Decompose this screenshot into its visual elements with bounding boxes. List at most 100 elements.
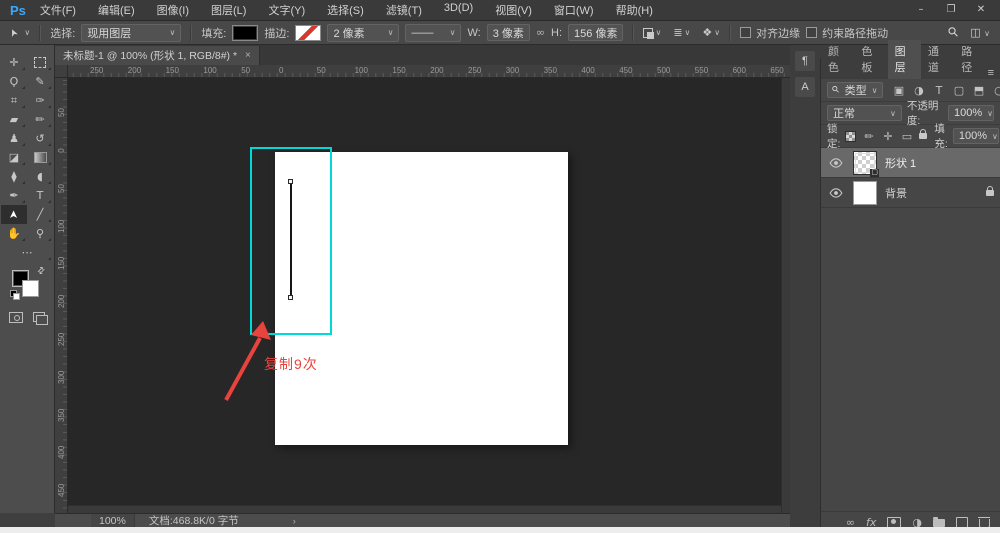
opacity-dropdown[interactable]: 100%∨ [948,105,994,121]
line-tool[interactable]: ╱ [27,205,53,224]
menu-item-0[interactable]: 文件(F) [40,2,76,18]
brush-tool[interactable]: ✏ [27,110,53,129]
layer-visibility-icon[interactable] [827,158,845,168]
pen-tool[interactable]: ✒ [1,186,27,205]
fill-swatch[interactable] [232,25,258,41]
menu-item-6[interactable]: 滤镜(T) [386,2,422,18]
healing-brush-tool[interactable]: ▰ [1,110,27,129]
shape-layer-filter-icon[interactable]: ▢ [952,84,965,97]
lasso-tool[interactable]: Ϙ [1,72,27,91]
window-restore-button[interactable]: ❐ [938,1,964,19]
filter-toggle-icon[interactable]: ○ [992,84,1000,97]
window-close-button[interactable]: ✕ [968,1,994,19]
horizontal-scrollbar[interactable] [68,505,781,513]
window-minimize-button[interactable]: – [908,1,934,19]
zoom-level-field[interactable]: 100% [91,514,135,527]
path-selection-tool[interactable]: ➤ [1,205,27,224]
panel-tab-0[interactable]: 颜色 [821,40,854,79]
zoom-tool[interactable]: ⚲ [27,224,53,243]
type-layer-filter-icon[interactable]: T [932,84,945,97]
menu-item-1[interactable]: 编辑(E) [98,2,135,18]
vertical-scrollbar[interactable] [781,78,790,513]
stroke-swatch[interactable] [295,25,321,41]
width-input[interactable]: 3 像素 [487,24,530,41]
gradient-tool[interactable] [27,148,53,167]
character-panel-button[interactable]: A [795,77,815,97]
edit-toolbar-button[interactable]: ⋯ [1,243,53,262]
document-tab[interactable]: 未标题-1 @ 100% (形状 1, RGB/8#) * × [55,46,260,65]
layer-filter-dropdown[interactable]: ⚲ 类型∨ [827,82,883,98]
blur-tool[interactable]: ⧫ [1,167,27,186]
menu-item-4[interactable]: 文字(Y) [268,2,305,18]
menu-item-3[interactable]: 图层(L) [211,2,246,18]
status-expander-icon[interactable]: › [293,516,296,526]
link-dimensions-icon[interactable]: ∞ [536,26,545,39]
quick-mask-icon[interactable] [9,312,23,323]
close-tab-icon[interactable]: × [245,50,251,61]
panel-tab-2[interactable]: 图层 [888,40,921,79]
blend-mode-dropdown[interactable]: 正常∨ [827,105,902,121]
stroke-width-dropdown[interactable]: 2 像素∨ [327,24,399,42]
crop-tool[interactable]: ⌗ [1,91,27,110]
menu-item-2[interactable]: 图像(I) [157,2,189,18]
vertical-line-shape[interactable] [290,183,292,296]
marquee-tool[interactable] [27,53,53,72]
path-align-icon[interactable]: ≣∨ [673,26,690,39]
lock-position-icon[interactable]: ✛ [881,130,894,143]
panel-tab-3[interactable]: 通道 [921,40,954,79]
select-mode-dropdown[interactable]: 现用图层∨ [81,24,181,42]
lock-transparency-icon[interactable] [845,131,856,142]
dodge-tool[interactable]: ◖ [27,167,53,186]
eraser-tool[interactable]: ◪ [1,148,27,167]
lock-all-icon[interactable] [919,133,927,139]
search-icon[interactable]: ⚲ [945,24,962,41]
menu-item-5[interactable]: 选择(S) [327,2,364,18]
history-brush-tool[interactable]: ↺ [27,129,53,148]
anchor-point-top[interactable] [288,179,293,184]
layer-row-0[interactable]: 形状 1 [821,148,1000,178]
height-input[interactable]: 156 像素 [568,24,623,41]
workspace-switcher-icon[interactable]: ◫ ∨ [970,26,990,39]
align-edges-checkbox[interactable]: 对齐边缘 [740,25,800,41]
path-operations-icon[interactable]: ∨ [643,26,661,39]
swap-colors-icon[interactable]: ⇄ [36,265,48,277]
quick-selection-tool[interactable]: ✎ [27,72,53,91]
move-tool[interactable]: ✛ [1,53,27,72]
adjustment-layer-filter-icon[interactable]: ◑ [912,84,925,97]
tool-preset-caret-icon[interactable]: ∨ [24,28,30,37]
fill-opacity-dropdown[interactable]: 100%∨ [953,128,999,144]
default-colors-icon[interactable] [10,290,19,299]
stroke-style-dropdown[interactable]: ——∨ [405,24,461,42]
type-tool[interactable]: T [27,186,53,205]
layer-row-1[interactable]: 背景 [821,178,1000,208]
smart-object-filter-icon[interactable]: ⬒ [972,84,985,97]
horizontal-ruler[interactable]: 2502001501005005010015020025030035040045… [55,65,790,78]
panel-tab-4[interactable]: 路径 [954,40,987,79]
menu-item-8[interactable]: 视图(V) [495,2,532,18]
ruler-origin-corner[interactable] [55,65,68,78]
menu-item-10[interactable]: 帮助(H) [616,2,653,18]
screen-mode-icon[interactable] [33,312,45,322]
hand-tool[interactable]: ✋ [1,224,27,243]
paragraph-panel-button[interactable]: ¶ [795,51,815,71]
constrain-path-checkbox[interactable]: 约束路径拖动 [806,25,888,41]
panel-menu-icon[interactable]: ≡ [988,67,994,79]
canvas-viewport[interactable]: 复制9次 [68,78,790,513]
eyedropper-tool[interactable]: ✑ [27,91,53,110]
pixel-layer-filter-icon[interactable]: ▣ [892,84,905,97]
new-layer-icon[interactable] [956,517,968,528]
layer-group-icon[interactable] [933,519,945,527]
lock-paint-icon[interactable]: ✏ [862,130,875,143]
background-color-chip[interactable] [22,280,39,297]
layer-thumbnail[interactable] [853,181,877,205]
vertical-ruler[interactable]: 50050100150200250300350400450 [55,78,68,513]
menu-item-9[interactable]: 窗口(W) [554,2,594,18]
lock-artboard-icon[interactable]: ▭ [900,130,913,143]
layer-visibility-icon[interactable] [827,188,845,198]
layer-mask-icon[interactable] [887,517,901,528]
clone-stamp-tool[interactable]: ♟ [1,129,27,148]
menu-item-7[interactable]: 3D(D) [444,2,473,18]
layer-thumbnail[interactable] [853,151,877,175]
panel-tab-1[interactable]: 色板 [854,40,887,79]
anchor-point-bottom[interactable] [288,295,293,300]
